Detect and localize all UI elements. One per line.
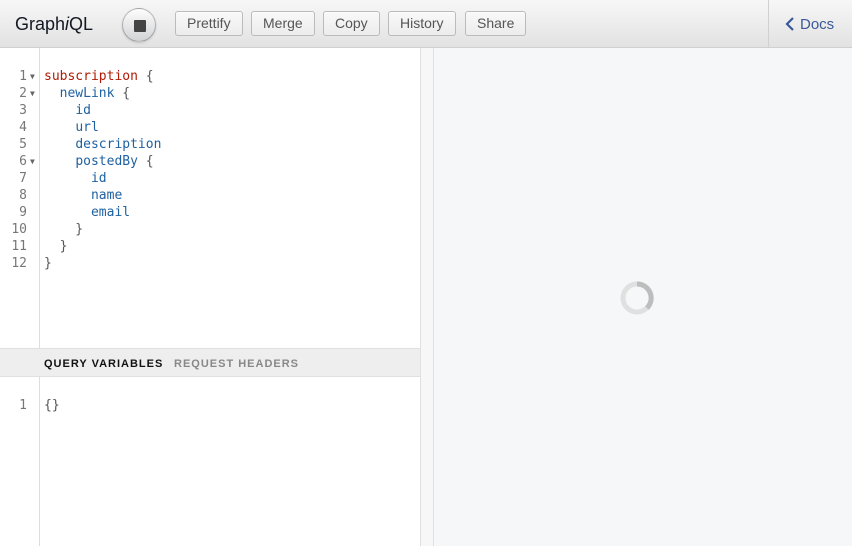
punctuation-token: } xyxy=(44,256,52,271)
punctuation-token xyxy=(44,188,91,203)
code-line: 9 email xyxy=(0,204,421,221)
code-line: 2 ▼ newLink { xyxy=(0,85,421,102)
line-number: 12 xyxy=(11,256,27,271)
copy-button[interactable]: Copy xyxy=(323,11,380,36)
line-number: 9 xyxy=(19,205,27,220)
code-line: 7 id xyxy=(0,170,421,187)
line-number: 11 xyxy=(11,239,27,254)
code-text: postedBy { xyxy=(44,153,154,170)
merge-button[interactable]: Merge xyxy=(251,11,315,36)
punctuation-token xyxy=(44,171,91,186)
code-line: 4 url xyxy=(0,119,421,136)
field-token: description xyxy=(75,137,162,152)
punctuation-token: { xyxy=(137,154,154,169)
line-number: 2 xyxy=(19,86,27,101)
code-text: newLink { xyxy=(44,85,130,102)
code-text: } xyxy=(44,255,52,272)
field-token: url xyxy=(75,120,99,135)
share-button[interactable]: Share xyxy=(465,11,527,36)
title-prefix: Graph xyxy=(15,14,66,34)
code-text: } xyxy=(44,238,68,255)
punctuation-token: } xyxy=(44,222,84,237)
app-title: GraphiQL xyxy=(15,14,93,35)
code-text: name xyxy=(44,187,122,204)
line-number: 10 xyxy=(11,222,27,237)
field-token: name xyxy=(90,188,123,203)
variables-text: {} xyxy=(44,398,60,413)
code-line: 12} xyxy=(0,255,421,272)
line-number: 8 xyxy=(19,188,27,203)
code-line: 5 description xyxy=(0,136,421,153)
code-line: 6 ▼ postedBy { xyxy=(0,153,421,170)
line-number: 4 xyxy=(19,120,27,135)
field-token: id xyxy=(90,171,107,186)
code-text: } xyxy=(44,221,83,238)
code-text: email xyxy=(44,204,130,221)
variables-line: 1 {} xyxy=(0,397,421,414)
punctuation-token xyxy=(44,137,75,152)
stop-icon xyxy=(134,20,146,32)
tab-request-headers[interactable]: REQUEST HEADERS xyxy=(174,358,299,370)
punctuation-token: { xyxy=(137,69,154,84)
code-text: id xyxy=(44,102,91,119)
variables-header: QUERY VARIABLES REQUEST HEADERS xyxy=(0,348,421,377)
tab-query-variables[interactable]: QUERY VARIABLES xyxy=(44,358,163,370)
docs-label: Docs xyxy=(800,16,835,33)
query-editor[interactable]: 1 ▼ subscription {2 ▼ newLink {3 id 4 url 5 d… xyxy=(0,48,421,348)
code-line: 3 id xyxy=(0,102,421,119)
code-line: 1 ▼ subscription { xyxy=(0,68,421,85)
fold-arrow-icon[interactable]: ▼ xyxy=(30,153,35,170)
field-token: id xyxy=(75,103,91,118)
line-number: 6 xyxy=(19,154,27,169)
execute-button[interactable] xyxy=(122,8,156,42)
fold-arrow-icon[interactable]: ▼ xyxy=(30,68,35,85)
code-text: description xyxy=(44,136,161,153)
punctuation-token: { xyxy=(114,86,131,101)
field-token: postedBy xyxy=(75,154,138,169)
punctuation-token: } xyxy=(44,239,68,254)
field-token: newLink xyxy=(59,86,115,101)
history-button[interactable]: History xyxy=(388,11,456,36)
punctuation-token xyxy=(44,86,60,101)
docs-explorer-toggle[interactable]: Docs xyxy=(768,0,852,48)
code-line: 10 } xyxy=(0,221,421,238)
loading-spinner-icon xyxy=(620,281,654,315)
result-pane xyxy=(434,48,852,546)
code-text: id xyxy=(44,170,107,187)
chevron-left-icon xyxy=(785,17,794,31)
line-number: 7 xyxy=(19,171,27,186)
line-number: 5 xyxy=(19,137,27,152)
field-token: email xyxy=(90,205,131,220)
code-text: url xyxy=(44,119,99,136)
line-number: 1 xyxy=(19,69,27,84)
code-line: 11 } xyxy=(0,238,421,255)
prettify-button[interactable]: Prettify xyxy=(175,11,243,36)
line-number: 3 xyxy=(19,103,27,118)
variables-editor[interactable]: 1 {} xyxy=(0,377,421,546)
keyword-token: subscription xyxy=(44,69,138,84)
line-number: 1 xyxy=(19,398,27,413)
punctuation-token xyxy=(44,120,75,135)
title-suffix: QL xyxy=(69,14,94,34)
punctuation-token xyxy=(44,103,75,118)
code-line: 8 name xyxy=(0,187,421,204)
punctuation-token xyxy=(44,205,91,220)
top-toolbar: GraphiQL Prettify Merge Copy History Sha… xyxy=(0,0,852,48)
punctuation-token xyxy=(44,154,75,169)
pane-resize-handle[interactable] xyxy=(420,48,434,546)
fold-arrow-icon[interactable]: ▼ xyxy=(30,85,35,102)
code-text: subscription { xyxy=(44,68,154,85)
